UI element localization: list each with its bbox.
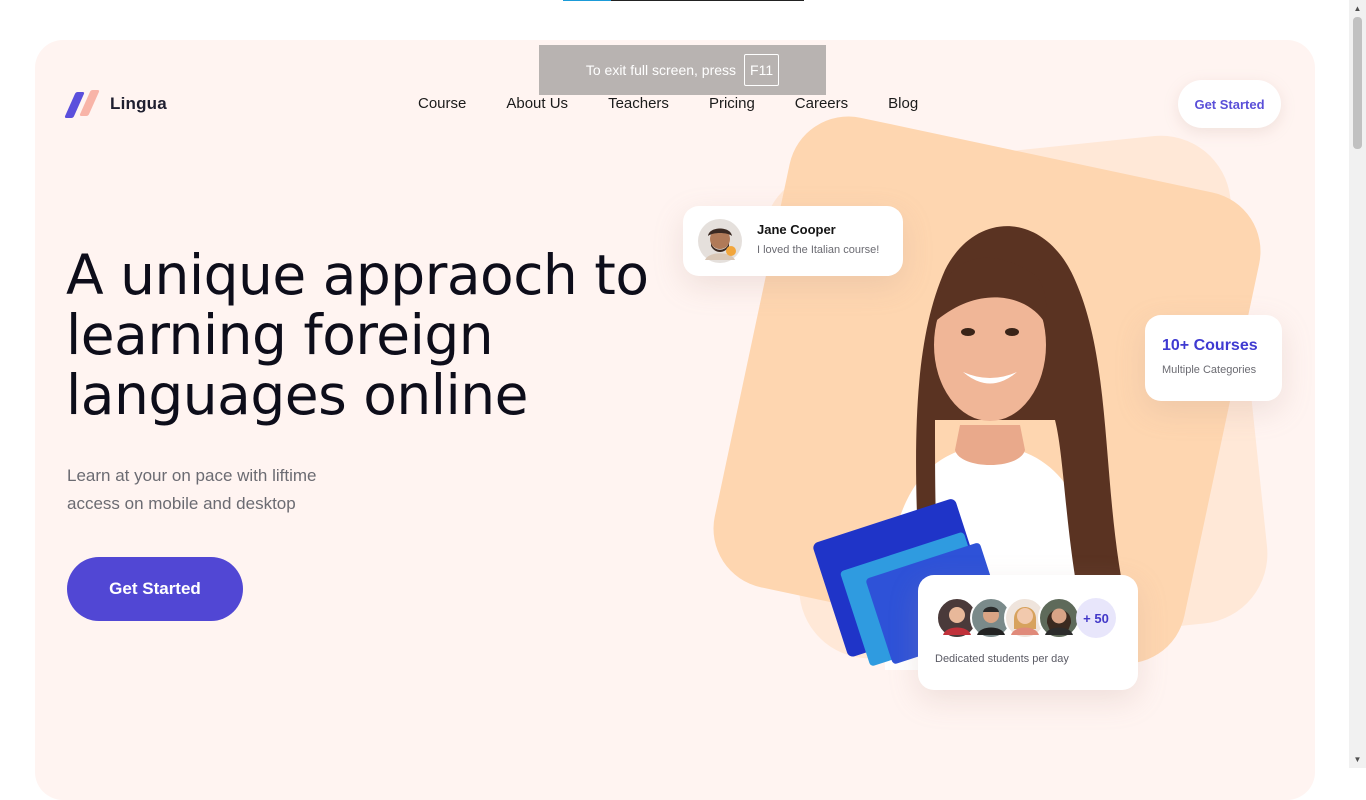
header-get-started-button[interactable]: Get Started	[1178, 80, 1281, 128]
hero-get-started-button[interactable]: Get Started	[67, 557, 243, 621]
top-progress-strip	[563, 0, 804, 1]
fullscreen-key-hint: F11	[744, 54, 780, 86]
courses-card: 10+ Courses Multiple Categories	[1145, 315, 1282, 401]
reviewer-name: Jane Cooper	[757, 222, 836, 237]
nav-link-pricing[interactable]: Pricing	[709, 95, 755, 112]
reviewer-avatar	[698, 219, 742, 263]
page-scrollbar[interactable]: ▲ ▼	[1349, 0, 1366, 768]
logo-mark-icon	[64, 90, 101, 118]
review-text: I loved the Italian course!	[757, 244, 880, 256]
scroll-down-arrow-icon[interactable]: ▼	[1349, 751, 1366, 768]
courses-count: 10+ Courses	[1162, 337, 1258, 354]
nav-link-careers[interactable]: Careers	[795, 95, 848, 112]
hero-title: A unique appraoch to learning foreign la…	[66, 243, 649, 427]
student-avatars: + 50	[936, 597, 1136, 639]
fullscreen-notice-text: To exit full screen, press	[585, 62, 737, 78]
nav-link-about-us[interactable]: About Us	[506, 95, 568, 112]
more-students-badge: + 50	[1076, 598, 1116, 638]
nav-link-teachers[interactable]: Teachers	[608, 95, 669, 112]
brand-name: Lingua	[110, 94, 167, 113]
hero-subtitle: Learn at your on pace with liftime acces…	[67, 466, 317, 513]
student-avatar	[1038, 597, 1080, 639]
nav-link-course[interactable]: Course	[418, 95, 466, 112]
review-card: Jane Cooper I loved the Italian course!	[683, 206, 903, 276]
scroll-up-arrow-icon[interactable]: ▲	[1349, 0, 1366, 17]
main-nav: Course About Us Teachers Pricing Careers…	[418, 95, 918, 112]
students-caption: Dedicated students per day	[935, 653, 1069, 665]
fullscreen-notice: To exit full screen, press F11	[539, 45, 826, 95]
top-progress-strip-fill	[563, 0, 611, 1]
nav-link-blog[interactable]: Blog	[888, 95, 918, 112]
landing-page: Lingua Course About Us Teachers Pricing …	[35, 40, 1315, 800]
students-card: + 50 Dedicated students per day	[918, 575, 1138, 690]
scrollbar-thumb[interactable]	[1353, 17, 1362, 149]
brand-logo[interactable]: Lingua	[64, 90, 167, 118]
courses-subtitle: Multiple Categories	[1162, 364, 1257, 376]
